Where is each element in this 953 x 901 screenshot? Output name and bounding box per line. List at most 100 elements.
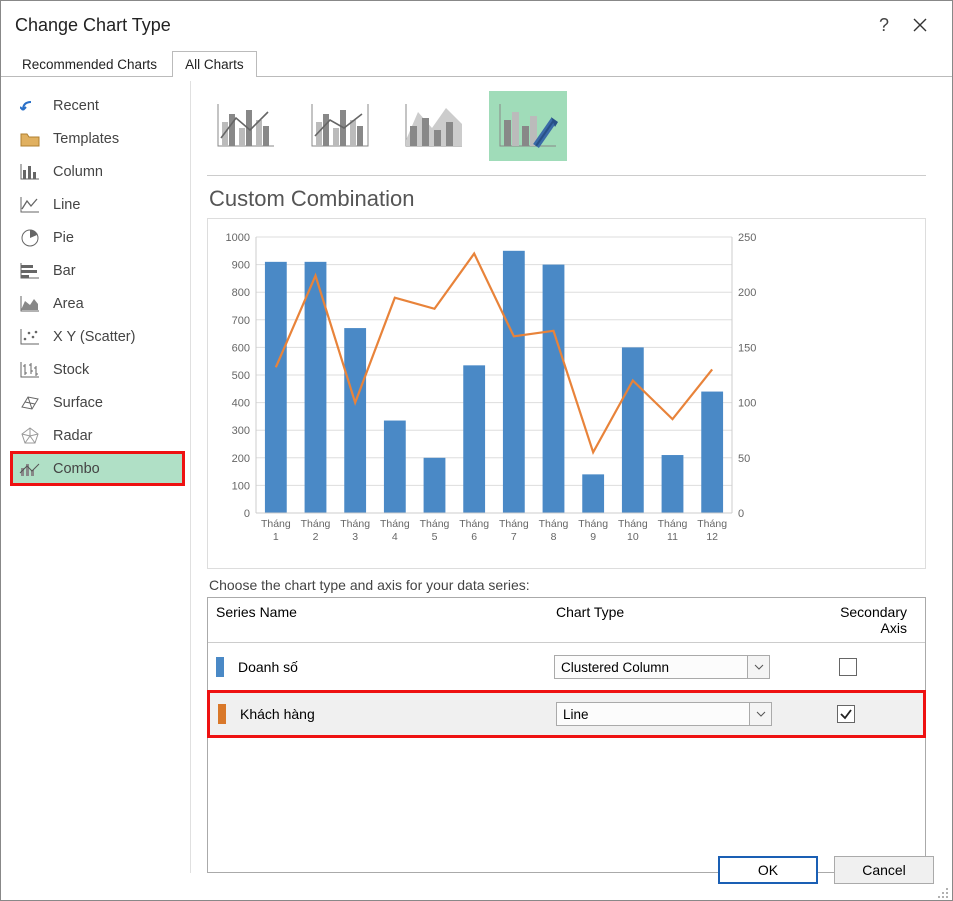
svg-text:6: 6 [471,531,477,543]
sidebar-item-label: Recent [53,98,99,114]
svg-text:Tháng: Tháng [697,518,727,530]
sidebar-item-label: Templates [53,131,119,147]
svg-text:4: 4 [392,531,398,543]
help-button[interactable]: ? [866,7,902,43]
svg-text:3: 3 [352,531,358,543]
header-series-name: Series Name [216,604,556,636]
line-icon [19,196,41,214]
chevron-down-icon [747,656,769,678]
svg-text:400: 400 [232,398,250,410]
series-swatch [218,704,226,724]
svg-text:Tháng: Tháng [380,518,410,530]
svg-text:12: 12 [706,531,718,543]
svg-text:200: 200 [738,287,756,299]
check-icon [839,707,853,721]
combo-subtype-stacked-area-column[interactable] [395,91,473,161]
column-icon [19,163,41,181]
stock-icon [19,361,41,379]
sidebar-item-bar[interactable]: Bar [11,254,184,287]
svg-text:100: 100 [232,480,250,492]
header-chart-type: Chart Type [556,604,826,636]
scatter-icon [19,328,41,346]
ok-button[interactable]: OK [718,856,818,884]
svg-text:Tháng: Tháng [618,518,648,530]
secondary-axis-checkbox-khach-hang[interactable] [837,705,855,723]
sidebar-item-templates[interactable]: Templates [11,122,184,155]
svg-text:Tháng: Tháng [301,518,331,530]
svg-text:1: 1 [273,531,279,543]
surface-icon [19,394,41,412]
sidebar-item-stock[interactable]: Stock [11,353,184,386]
series-row-doanh-so[interactable]: Doanh số Clustered Column [208,643,925,691]
sidebar-item-label: Stock [53,362,89,378]
close-button[interactable] [902,7,938,43]
svg-text:300: 300 [232,425,250,437]
svg-text:Tháng: Tháng [539,518,569,530]
cancel-button[interactable]: Cancel [834,856,934,884]
svg-text:900: 900 [232,260,250,272]
sidebar-item-label: Combo [53,461,100,477]
dialog-title: Change Chart Type [15,15,171,36]
sidebar-item-recent[interactable]: Recent [11,89,184,122]
series-row-khach-hang[interactable]: Khách hàng Line [207,690,926,738]
combo-icon [19,460,41,478]
svg-text:8: 8 [551,531,557,543]
resize-grip[interactable] [936,884,950,898]
sidebar-item-label: Radar [53,428,93,444]
combo-subtype-custom[interactable] [489,91,567,161]
templates-icon [19,130,41,148]
chart-category-sidebar: Recent Templates Column Line Pie Bar Are… [11,81,191,873]
sidebar-item-column[interactable]: Column [11,155,184,188]
svg-text:Tháng: Tháng [499,518,529,530]
sidebar-item-label: Area [53,296,84,312]
sidebar-item-label: Pie [53,230,74,246]
svg-text:11: 11 [667,531,678,543]
series-table: Series Name Chart Type Secondary Axis Do… [207,597,926,873]
series-name: Doanh số [238,659,554,675]
svg-text:0: 0 [244,508,250,520]
close-icon [913,18,927,32]
sidebar-item-label: Surface [53,395,103,411]
combo-subtype-clustered-column-line-secondary[interactable] [301,91,379,161]
svg-text:150: 150 [738,342,756,354]
tab-all-charts[interactable]: All Charts [172,51,257,77]
sidebar-item-line[interactable]: Line [11,188,184,221]
chart-type-select-doanh-so[interactable]: Clustered Column [554,655,770,679]
svg-text:9: 9 [590,531,596,543]
area-icon [19,295,41,313]
svg-text:Tháng: Tháng [459,518,489,530]
svg-text:Tháng: Tháng [420,518,450,530]
series-swatch [216,657,224,677]
sidebar-item-pie[interactable]: Pie [11,221,184,254]
svg-text:Tháng: Tháng [658,518,688,530]
svg-text:600: 600 [232,342,250,354]
sidebar-item-label: Column [53,164,103,180]
chevron-down-icon [749,703,771,725]
series-instruction: Choose the chart type and axis for your … [209,577,926,593]
sidebar-item-scatter[interactable]: X Y (Scatter) [11,320,184,353]
svg-text:100: 100 [738,398,756,410]
svg-text:2: 2 [313,531,319,543]
sidebar-item-radar[interactable]: Radar [11,419,184,452]
radar-icon [19,427,41,445]
series-table-header: Series Name Chart Type Secondary Axis [208,598,925,643]
svg-text:250: 250 [738,232,756,244]
svg-text:700: 700 [232,315,250,327]
combo-subtype-clustered-column-line[interactable] [207,91,285,161]
series-name: Khách hàng [240,706,556,722]
secondary-axis-checkbox-doanh-so[interactable] [839,658,857,676]
combo-subtype-row [207,91,926,176]
svg-text:10: 10 [627,531,639,543]
chart-type-select-khach-hang[interactable]: Line [556,702,772,726]
sidebar-item-surface[interactable]: Surface [11,386,184,419]
svg-text:50: 50 [738,453,750,465]
pie-icon [19,229,41,247]
header-secondary-axis: Secondary Axis [826,604,917,636]
tab-recommended-charts[interactable]: Recommended Charts [9,51,170,77]
svg-text:5: 5 [432,531,438,543]
svg-text:Tháng: Tháng [578,518,608,530]
main-panel: Custom Combination 010020030040050060070… [191,81,942,873]
sidebar-item-combo[interactable]: Combo [11,452,184,485]
svg-text:Tháng: Tháng [340,518,370,530]
sidebar-item-area[interactable]: Area [11,287,184,320]
